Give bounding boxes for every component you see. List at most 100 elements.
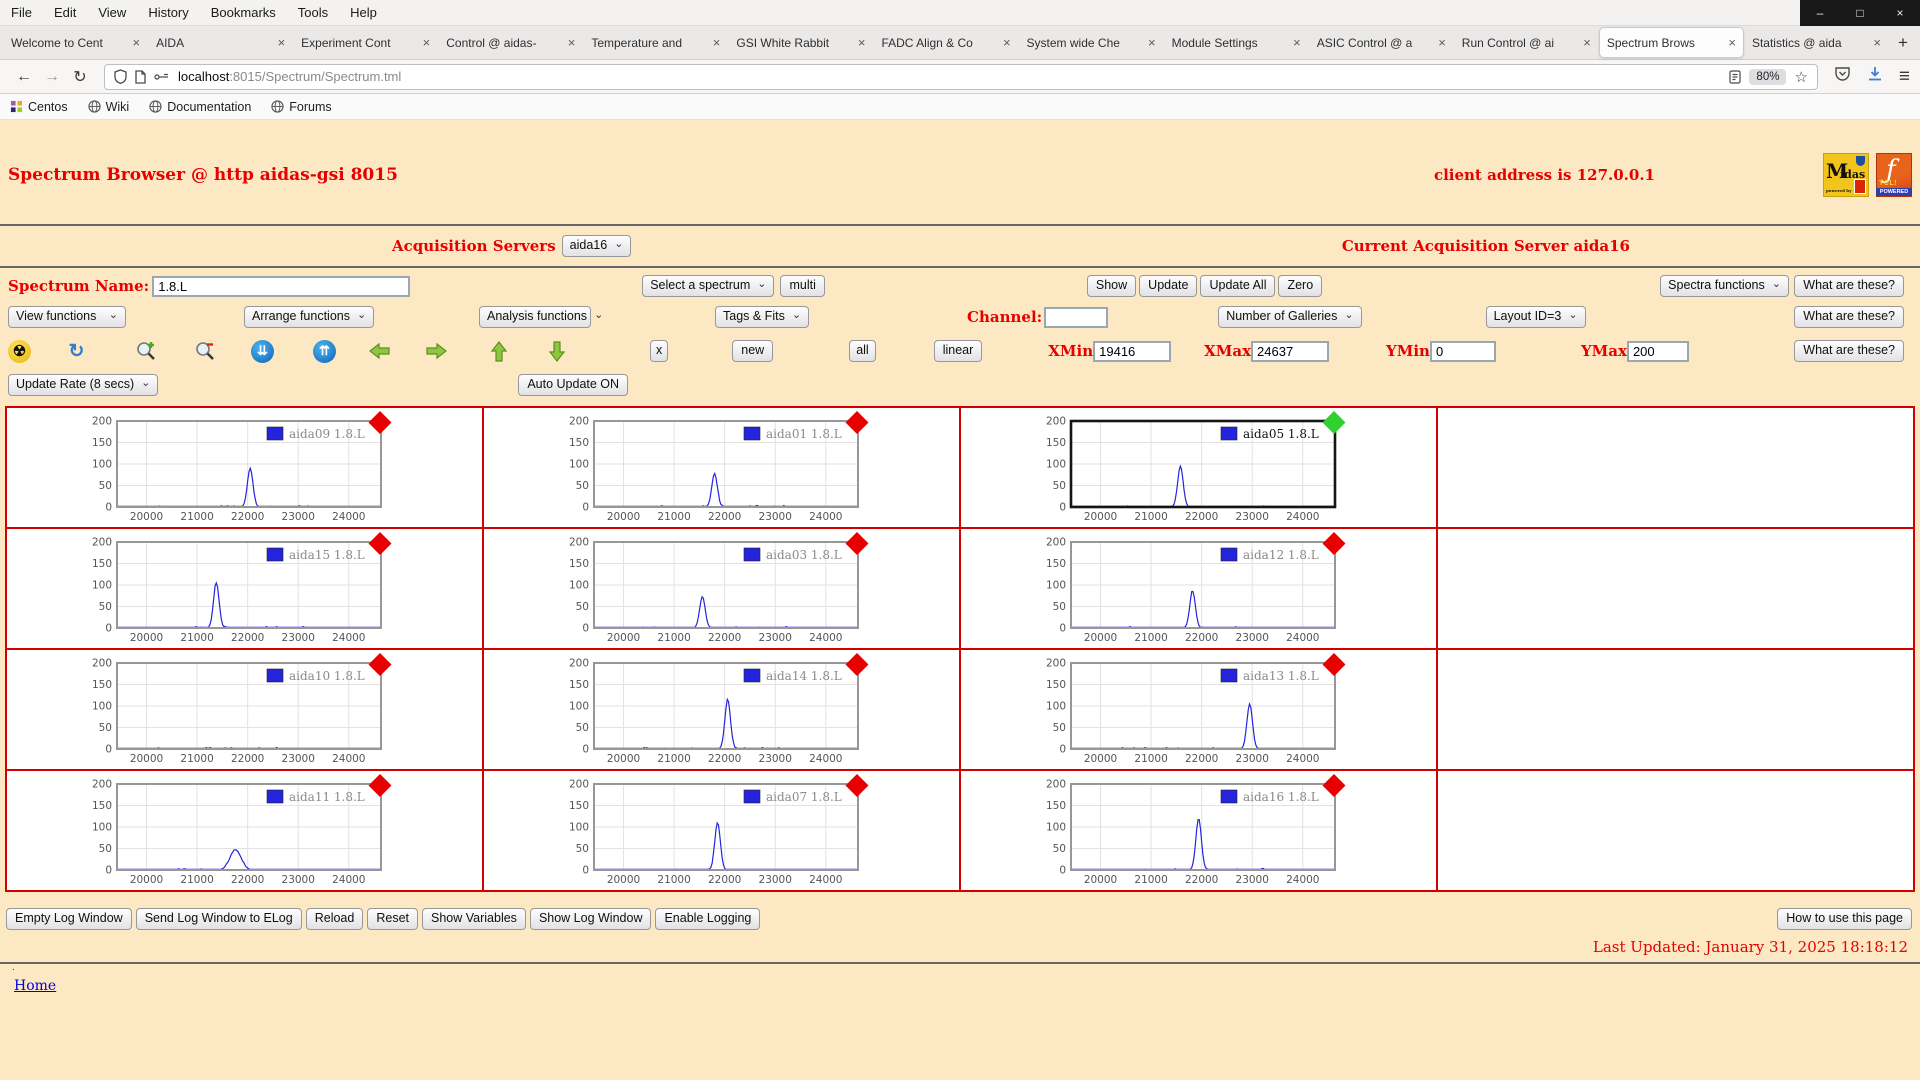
menu-history[interactable]: History xyxy=(137,5,199,20)
view-functions-select[interactable]: View functions xyxy=(8,306,126,328)
what-are-these-button[interactable]: What are these? xyxy=(1794,306,1904,328)
menu-view[interactable]: View xyxy=(87,5,137,20)
multi-button[interactable]: multi xyxy=(780,275,824,297)
permissions-icon[interactable] xyxy=(154,72,170,82)
spectrum-chart-aida11[interactable]: 2000021000220002300024000050100150200aid… xyxy=(6,770,483,891)
page-info-icon[interactable] xyxy=(135,70,146,84)
tab-spectrum-brows[interactable]: Spectrum Brows× xyxy=(1600,28,1743,57)
what-are-these-button[interactable]: What are these? xyxy=(1794,275,1904,297)
tab-close-icon[interactable]: × xyxy=(858,35,866,50)
update-all-button[interactable]: Update All xyxy=(1200,275,1275,297)
layout-id-select[interactable]: Layout ID=3 xyxy=(1486,306,1586,328)
pan-left-icon[interactable] xyxy=(368,340,391,363)
tab-close-icon[interactable]: × xyxy=(1438,35,1446,50)
select-a-spectrum-select[interactable]: Select a spectrum xyxy=(642,275,774,297)
tab-close-icon[interactable]: × xyxy=(1293,35,1301,50)
menu-help[interactable]: Help xyxy=(339,5,388,20)
downloads-icon[interactable] xyxy=(1867,66,1883,87)
close-button[interactable]: × xyxy=(1880,0,1920,26)
spectrum-chart-aida15[interactable]: 2000021000220002300024000050100150200aid… xyxy=(6,528,483,649)
tab-temperature-and[interactable]: Temperature and× xyxy=(584,28,727,57)
forward-button[interactable]: → xyxy=(38,64,66,90)
tab-run-control-ai[interactable]: Run Control @ ai× xyxy=(1455,28,1598,57)
expand-y-icon[interactable]: ⇈ xyxy=(313,340,336,363)
refresh-icon[interactable]: ↻ xyxy=(65,340,88,363)
shield-icon[interactable] xyxy=(114,69,127,84)
reload-button[interactable]: Reload xyxy=(306,908,364,930)
zoom-level-badge[interactable]: 80% xyxy=(1749,69,1786,85)
minimize-button[interactable]: – xyxy=(1800,0,1840,26)
spectrum-chart-aida16[interactable]: 2000021000220002300024000050100150200aid… xyxy=(960,770,1437,891)
tab-aida[interactable]: AIDA× xyxy=(149,28,292,57)
spectrum-name-input[interactable] xyxy=(152,276,410,297)
pocket-icon[interactable] xyxy=(1834,66,1851,87)
menu-bookmarks[interactable]: Bookmarks xyxy=(200,5,287,20)
show-log-window-button[interactable]: Show Log Window xyxy=(530,908,652,930)
spectrum-chart-aida01[interactable]: 2000021000220002300024000050100150200aid… xyxy=(483,407,960,528)
new-button[interactable]: new xyxy=(732,340,773,362)
show-variables-button[interactable]: Show Variables xyxy=(422,908,526,930)
home-link[interactable]: Home xyxy=(14,978,56,994)
back-button[interactable]: ← xyxy=(10,64,38,90)
menu-edit[interactable]: Edit xyxy=(43,5,87,20)
tab-close-icon[interactable]: × xyxy=(1583,35,1591,50)
update-rate-select[interactable]: Update Rate (8 secs) xyxy=(8,374,158,396)
url-text[interactable]: localhost:8015/Spectrum/Spectrum.tml xyxy=(178,69,1729,84)
linear-button[interactable]: linear xyxy=(934,340,983,362)
spectrum-chart-aida03[interactable]: 2000021000220002300024000050100150200aid… xyxy=(483,528,960,649)
reset-button[interactable]: Reset xyxy=(367,908,418,930)
tags-fits-select[interactable]: Tags & Fits xyxy=(715,306,809,328)
send-log-window-to-elog-button[interactable]: Send Log Window to ELog xyxy=(136,908,302,930)
zoom-in-icon[interactable] xyxy=(134,340,157,363)
zoom-out-icon[interactable] xyxy=(193,340,216,363)
tab-module-settings[interactable]: Module Settings× xyxy=(1165,28,1308,57)
pan-up-icon[interactable] xyxy=(487,340,510,363)
tab-close-icon[interactable]: × xyxy=(568,35,576,50)
tab-fadc-align-co[interactable]: FADC Align & Co× xyxy=(874,28,1017,57)
arrange-functions-select[interactable]: Arrange functions xyxy=(244,306,374,328)
new-tab-button[interactable]: + xyxy=(1889,33,1917,53)
menu-hamburger-icon[interactable]: ≡ xyxy=(1899,66,1910,88)
tab-statistics-aida[interactable]: Statistics @ aida× xyxy=(1745,28,1888,57)
tab-welcome-to-cent[interactable]: Welcome to Cent× xyxy=(4,28,147,57)
x-axis-button[interactable]: x xyxy=(650,340,668,362)
spectrum-chart-aida13[interactable]: 2000021000220002300024000050100150200aid… xyxy=(960,649,1437,770)
tab-asic-control-a[interactable]: ASIC Control @ a× xyxy=(1310,28,1453,57)
pan-right-icon[interactable] xyxy=(425,340,448,363)
zero-radiation-icon[interactable]: ☢ xyxy=(8,340,31,363)
reload-button[interactable]: ↻ xyxy=(66,64,94,90)
spectrum-chart-aida14[interactable]: 2000021000220002300024000050100150200aid… xyxy=(483,649,960,770)
channel-input[interactable] xyxy=(1044,307,1108,328)
spectrum-chart-aida09[interactable]: 2000021000220002300024000050100150200aid… xyxy=(6,407,483,528)
menu-file[interactable]: File xyxy=(0,5,43,20)
maximize-button[interactable]: □ xyxy=(1840,0,1880,26)
compress-y-icon[interactable]: ⇊ xyxy=(251,340,274,363)
zero-button[interactable]: Zero xyxy=(1278,275,1322,297)
bookmark-centos[interactable]: Centos xyxy=(10,100,68,114)
tab-control-aidas-[interactable]: Control @ aidas-× xyxy=(439,28,582,57)
show-button[interactable]: Show xyxy=(1087,275,1136,297)
bookmark-wiki[interactable]: Wiki xyxy=(88,100,130,114)
ymin-input[interactable] xyxy=(1430,341,1496,362)
how-to-use-this-page-button[interactable]: How to use this page xyxy=(1777,908,1912,930)
pan-down-icon[interactable] xyxy=(545,340,568,363)
tab-close-icon[interactable]: × xyxy=(1873,35,1881,50)
spectra-functions-select[interactable]: Spectra functions xyxy=(1660,275,1789,297)
xmin-input[interactable] xyxy=(1093,341,1171,362)
tab-close-icon[interactable]: × xyxy=(713,35,721,50)
ymax-input[interactable] xyxy=(1627,341,1689,362)
bookmark-star-icon[interactable]: ☆ xyxy=(1794,68,1807,86)
tab-close-icon[interactable]: × xyxy=(278,35,286,50)
menu-tools[interactable]: Tools xyxy=(287,5,339,20)
number-of-galleries-select[interactable]: Number of Galleries xyxy=(1218,306,1361,328)
spectrum-chart-aida05[interactable]: 2000021000220002300024000050100150200aid… xyxy=(960,407,1437,528)
tab-close-icon[interactable]: × xyxy=(1003,35,1011,50)
what-are-these-button[interactable]: What are these? xyxy=(1794,340,1904,362)
xmax-input[interactable] xyxy=(1251,341,1329,362)
tab-experiment-cont[interactable]: Experiment Cont× xyxy=(294,28,437,57)
tab-close-icon[interactable]: × xyxy=(132,35,140,50)
tab-system-wide-che[interactable]: System wide Che× xyxy=(1020,28,1163,57)
tab-close-icon[interactable]: × xyxy=(1148,35,1156,50)
bookmark-documentation[interactable]: Documentation xyxy=(149,100,251,114)
enable-logging-button[interactable]: Enable Logging xyxy=(655,908,760,930)
